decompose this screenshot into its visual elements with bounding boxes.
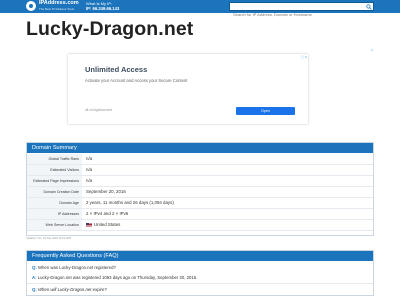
- summary-value: United States: [86, 220, 120, 230]
- my-ip-value: IP: 66.249.66.143: [86, 6, 120, 11]
- summary-value: 2 years, 11 months and 26 days (1,094 da…: [86, 200, 174, 205]
- advertisement[interactable]: ⓘ ✕ Unlimited Access Activate your Accou…: [68, 54, 308, 124]
- domain-summary-panel: Domain Summary Global Traffic Rank n/a E…: [26, 142, 374, 236]
- ad-open-button[interactable]: Open: [236, 107, 295, 115]
- summary-label: Estimated Visitors: [27, 165, 82, 175]
- summary-row: Estimated Page Impressions n/a: [27, 176, 373, 187]
- summary-label: Global Traffic Rank: [27, 154, 82, 164]
- us-flag-icon: [86, 222, 92, 227]
- faq-question: Q: When was Lucky-Dragon.net registered?: [32, 265, 116, 270]
- summary-row: Domain Creation Date September 20, 2016: [27, 187, 373, 198]
- faq-divider: [27, 283, 373, 284]
- summary-value: n/a: [86, 178, 93, 183]
- summary-value: September 20, 2016: [86, 189, 126, 194]
- summary-label: Estimated Page Impressions: [27, 176, 82, 186]
- site-name[interactable]: IPAddress.com: [39, 0, 79, 6]
- summary-row: Domain Age 2 years, 11 months and 26 day…: [27, 198, 373, 209]
- summary-value[interactable]: 2 × IPv4 and 2 × IPv6: [86, 209, 128, 219]
- page-title: Lucky-Dragon.net: [26, 18, 194, 40]
- ad-url[interactable]: all-in1digitalcontent: [85, 108, 112, 112]
- summary-row: Global Traffic Rank n/a: [27, 154, 373, 165]
- summary-row: IP Addresses 2 × IPv4 and 2 × IPv6: [27, 209, 373, 220]
- faq-question: Q: When will Lucky-Dragon.net expire?: [32, 287, 107, 292]
- ad-choices-icon[interactable]: ▷: [371, 48, 374, 52]
- summary-value: n/a: [86, 156, 93, 161]
- ad-title[interactable]: Unlimited Access: [85, 65, 147, 74]
- search-input[interactable]: [230, 11, 365, 18]
- logo-icon[interactable]: [26, 1, 36, 11]
- summary-row: Estimated Visitors n/a: [27, 165, 373, 176]
- summary-value: n/a: [86, 167, 93, 172]
- search-box: [229, 2, 374, 18]
- summary-label: Web Server Location: [27, 220, 82, 230]
- updated-note: Updated: Tue, 15 Sep 2019 10:23 GMT: [26, 237, 72, 240]
- server-location: United States: [94, 222, 121, 227]
- ad-subtitle: Activate your Account and Access your Se…: [85, 78, 188, 83]
- top-bar: IPAddress.com The Best IP Address Tools …: [0, 0, 400, 18]
- search-icon[interactable]: [366, 4, 372, 10]
- faq-answer: A: Lucky-Dragon.net was registered 1093 …: [32, 275, 198, 280]
- info-icon[interactable]: ⓘ ✕: [301, 55, 307, 59]
- summary-row: Web Server Location United States: [27, 220, 373, 231]
- summary-label: Domain Creation Date: [27, 187, 82, 197]
- faq-panel: Frequently Asked Questions (FAQ) Q: When…: [26, 250, 374, 296]
- site-tagline: The Best IP Address Tools: [39, 7, 75, 11]
- faq-heading: Frequently Asked Questions (FAQ): [27, 251, 373, 261]
- summary-label: Domain Age: [27, 198, 82, 208]
- summary-label: IP Addresses: [27, 209, 82, 219]
- domain-summary-heading: Domain Summary: [27, 143, 373, 153]
